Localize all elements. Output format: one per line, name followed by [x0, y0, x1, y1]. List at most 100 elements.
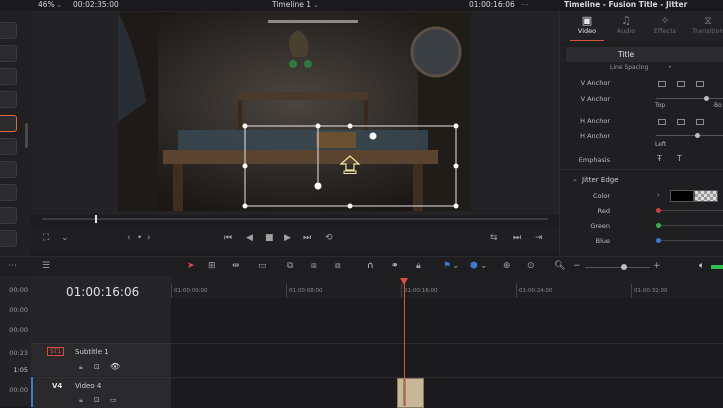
- title-section-header[interactable]: Title: [566, 47, 723, 62]
- tab-effects[interactable]: ✧ Effects: [648, 15, 682, 36]
- more-options-icon[interactable]: ⋯: [8, 261, 17, 271]
- subtitle-track-name[interactable]: Subtitle 1: [75, 348, 109, 356]
- v-anchor-top-button[interactable]: [658, 81, 666, 87]
- scrub-playhead[interactable]: [95, 215, 97, 223]
- prev-edit-icon[interactable]: ‹: [127, 233, 131, 243]
- flag-dropdown-icon[interactable]: ⌄: [452, 261, 460, 271]
- flag-icon[interactable]: ⚑: [443, 261, 451, 271]
- pool-item[interactable]: [0, 68, 17, 85]
- pool-item-selected[interactable]: [0, 115, 17, 132]
- jitter-edge-header[interactable]: Jitter Edge: [582, 176, 619, 184]
- pool-item[interactable]: [0, 91, 17, 108]
- pool-item[interactable]: [0, 207, 17, 224]
- alpha-swatch[interactable]: [694, 190, 718, 202]
- pool-item[interactable]: [0, 184, 17, 201]
- dot-icon[interactable]: •: [137, 233, 142, 243]
- zoom-full-icon[interactable]: ⊕: [503, 261, 511, 271]
- auto-select-icon[interactable]: ⊡: [94, 396, 100, 404]
- zoom-out-icon[interactable]: −: [573, 261, 581, 271]
- viewer-scrub-bar[interactable]: [42, 218, 548, 220]
- volume-icon[interactable]: 🔈︎: [699, 261, 704, 271]
- lock-icon[interactable]: 🔒︎: [79, 396, 83, 405]
- strikethrough-icon[interactable]: Ŧ: [657, 154, 662, 163]
- go-to-end-icon[interactable]: ⏭: [303, 233, 311, 243]
- match-frame-icon[interactable]: ⇆: [490, 233, 498, 243]
- play-reverse-icon[interactable]: ◀: [246, 233, 253, 243]
- zoom-in-icon[interactable]: +: [653, 261, 661, 271]
- linked-selection-icon[interactable]: ⚭: [391, 261, 399, 271]
- zoom-slider-knob[interactable]: [621, 264, 627, 270]
- marker-dropdown-icon[interactable]: ⌄: [480, 261, 488, 271]
- video-track-badge[interactable]: V4: [52, 382, 62, 390]
- subtitle-track-header[interactable]: ST1 Subtitle 1 🔒︎ ⊡ 👁︎: [31, 343, 171, 376]
- timeline-ruler[interactable]: 01:00:00:00 01:00:08:00 01:00:16:00 01:0…: [171, 276, 723, 298]
- transform-overlay-icon[interactable]: ⛶: [43, 233, 49, 243]
- timeline-view-options-icon[interactable]: ☰: [42, 261, 50, 271]
- v-anchor-slider[interactable]: [656, 98, 723, 99]
- pool-item[interactable]: [0, 138, 17, 155]
- selection-tool-icon[interactable]: ➤: [187, 261, 195, 271]
- pool-item[interactable]: [0, 161, 17, 178]
- red-slider[interactable]: [661, 210, 723, 211]
- subtitle-track-badge[interactable]: ST1: [47, 347, 65, 356]
- chevron-down-icon[interactable]: ⌄: [572, 175, 578, 183]
- more-options-icon[interactable]: ⋯: [521, 0, 529, 10]
- zoom-custom-icon[interactable]: 🔍︎: [554, 261, 565, 271]
- zoom-slider[interactable]: [585, 267, 650, 268]
- v-anchor-bottom-button[interactable]: [696, 81, 704, 87]
- pool-scrollbar[interactable]: [25, 123, 28, 148]
- color-swatch[interactable]: [670, 190, 694, 202]
- disable-track-icon[interactable]: ▭: [110, 396, 117, 404]
- video-track-name[interactable]: Video 4: [75, 382, 101, 390]
- tab-video[interactable]: ▣ Video: [570, 15, 604, 36]
- line-spacing-slider[interactable]: •: [668, 64, 672, 71]
- fusion-title-clip[interactable]: [397, 378, 424, 408]
- eye-icon[interactable]: 👁︎: [110, 362, 120, 371]
- auto-select-icon[interactable]: ⊡: [94, 363, 100, 371]
- position-lock-icon[interactable]: 🔒︎: [416, 261, 421, 271]
- green-slider[interactable]: [661, 225, 723, 226]
- next-frame-icon[interactable]: ⏭: [513, 233, 521, 243]
- end-marker-icon[interactable]: ⇥: [535, 233, 543, 243]
- pool-item[interactable]: [0, 22, 17, 39]
- loop-icon[interactable]: ⟲: [325, 233, 333, 243]
- h-anchor-right-button[interactable]: [696, 119, 704, 125]
- insert-clip-icon[interactable]: ⧉: [287, 261, 293, 271]
- stop-icon[interactable]: ■: [265, 233, 274, 243]
- marker-icon[interactable]: ⬢: [470, 261, 478, 271]
- lock-icon[interactable]: 🔒︎: [79, 363, 83, 372]
- underline-icon[interactable]: T: [677, 154, 682, 163]
- go-to-start-icon[interactable]: ⏮: [224, 233, 232, 243]
- h-anchor-slider-knob[interactable]: [695, 133, 700, 138]
- tab-audio[interactable]: ♫ Audio: [609, 15, 643, 36]
- dynamic-trim-icon[interactable]: ⇹: [232, 261, 240, 271]
- video-track-header[interactable]: V4 Video 4 🔒︎ ⊡ ▭: [31, 377, 171, 408]
- volume-meter[interactable]: [711, 265, 723, 269]
- tab-transition[interactable]: ⧖ Transition: [688, 15, 723, 36]
- trim-tool-icon[interactable]: ⊞: [208, 261, 216, 271]
- timeline-name[interactable]: Timeline 1: [272, 0, 311, 10]
- v-anchor-slider-knob[interactable]: [704, 96, 709, 101]
- zoom-level[interactable]: 46%: [38, 0, 55, 10]
- h-anchor-left-button[interactable]: [658, 119, 666, 125]
- overlay-dropdown-icon[interactable]: ⌄: [61, 233, 69, 243]
- zoom-dropdown-icon[interactable]: ⌄: [56, 0, 62, 10]
- playhead-line[interactable]: [404, 280, 405, 406]
- zoom-detail-icon[interactable]: ⊙: [527, 261, 535, 271]
- replace-clip-icon[interactable]: ⧇: [335, 261, 341, 271]
- pool-item[interactable]: [0, 230, 17, 247]
- chevron-right-icon[interactable]: ›: [657, 191, 660, 199]
- timeline-dropdown-icon[interactable]: ⌄: [313, 0, 319, 10]
- h-anchor-center-button[interactable]: [677, 119, 685, 125]
- v-anchor-middle-button[interactable]: [677, 81, 685, 87]
- blade-tool-icon[interactable]: ▭: [258, 261, 267, 271]
- timeline-tracks-area[interactable]: 01:00:00:00 01:00:08:00 01:00:16:00 01:0…: [171, 276, 723, 408]
- playhead-marker-icon[interactable]: [400, 278, 408, 285]
- title-transform-box[interactable]: [240, 122, 462, 212]
- snapping-icon[interactable]: ∩: [367, 261, 374, 271]
- play-icon[interactable]: ▶: [284, 233, 291, 243]
- pool-item[interactable]: [0, 45, 17, 62]
- overwrite-clip-icon[interactable]: ⧈: [311, 261, 317, 271]
- blue-slider[interactable]: [661, 240, 723, 241]
- h-anchor-slider[interactable]: [656, 135, 723, 136]
